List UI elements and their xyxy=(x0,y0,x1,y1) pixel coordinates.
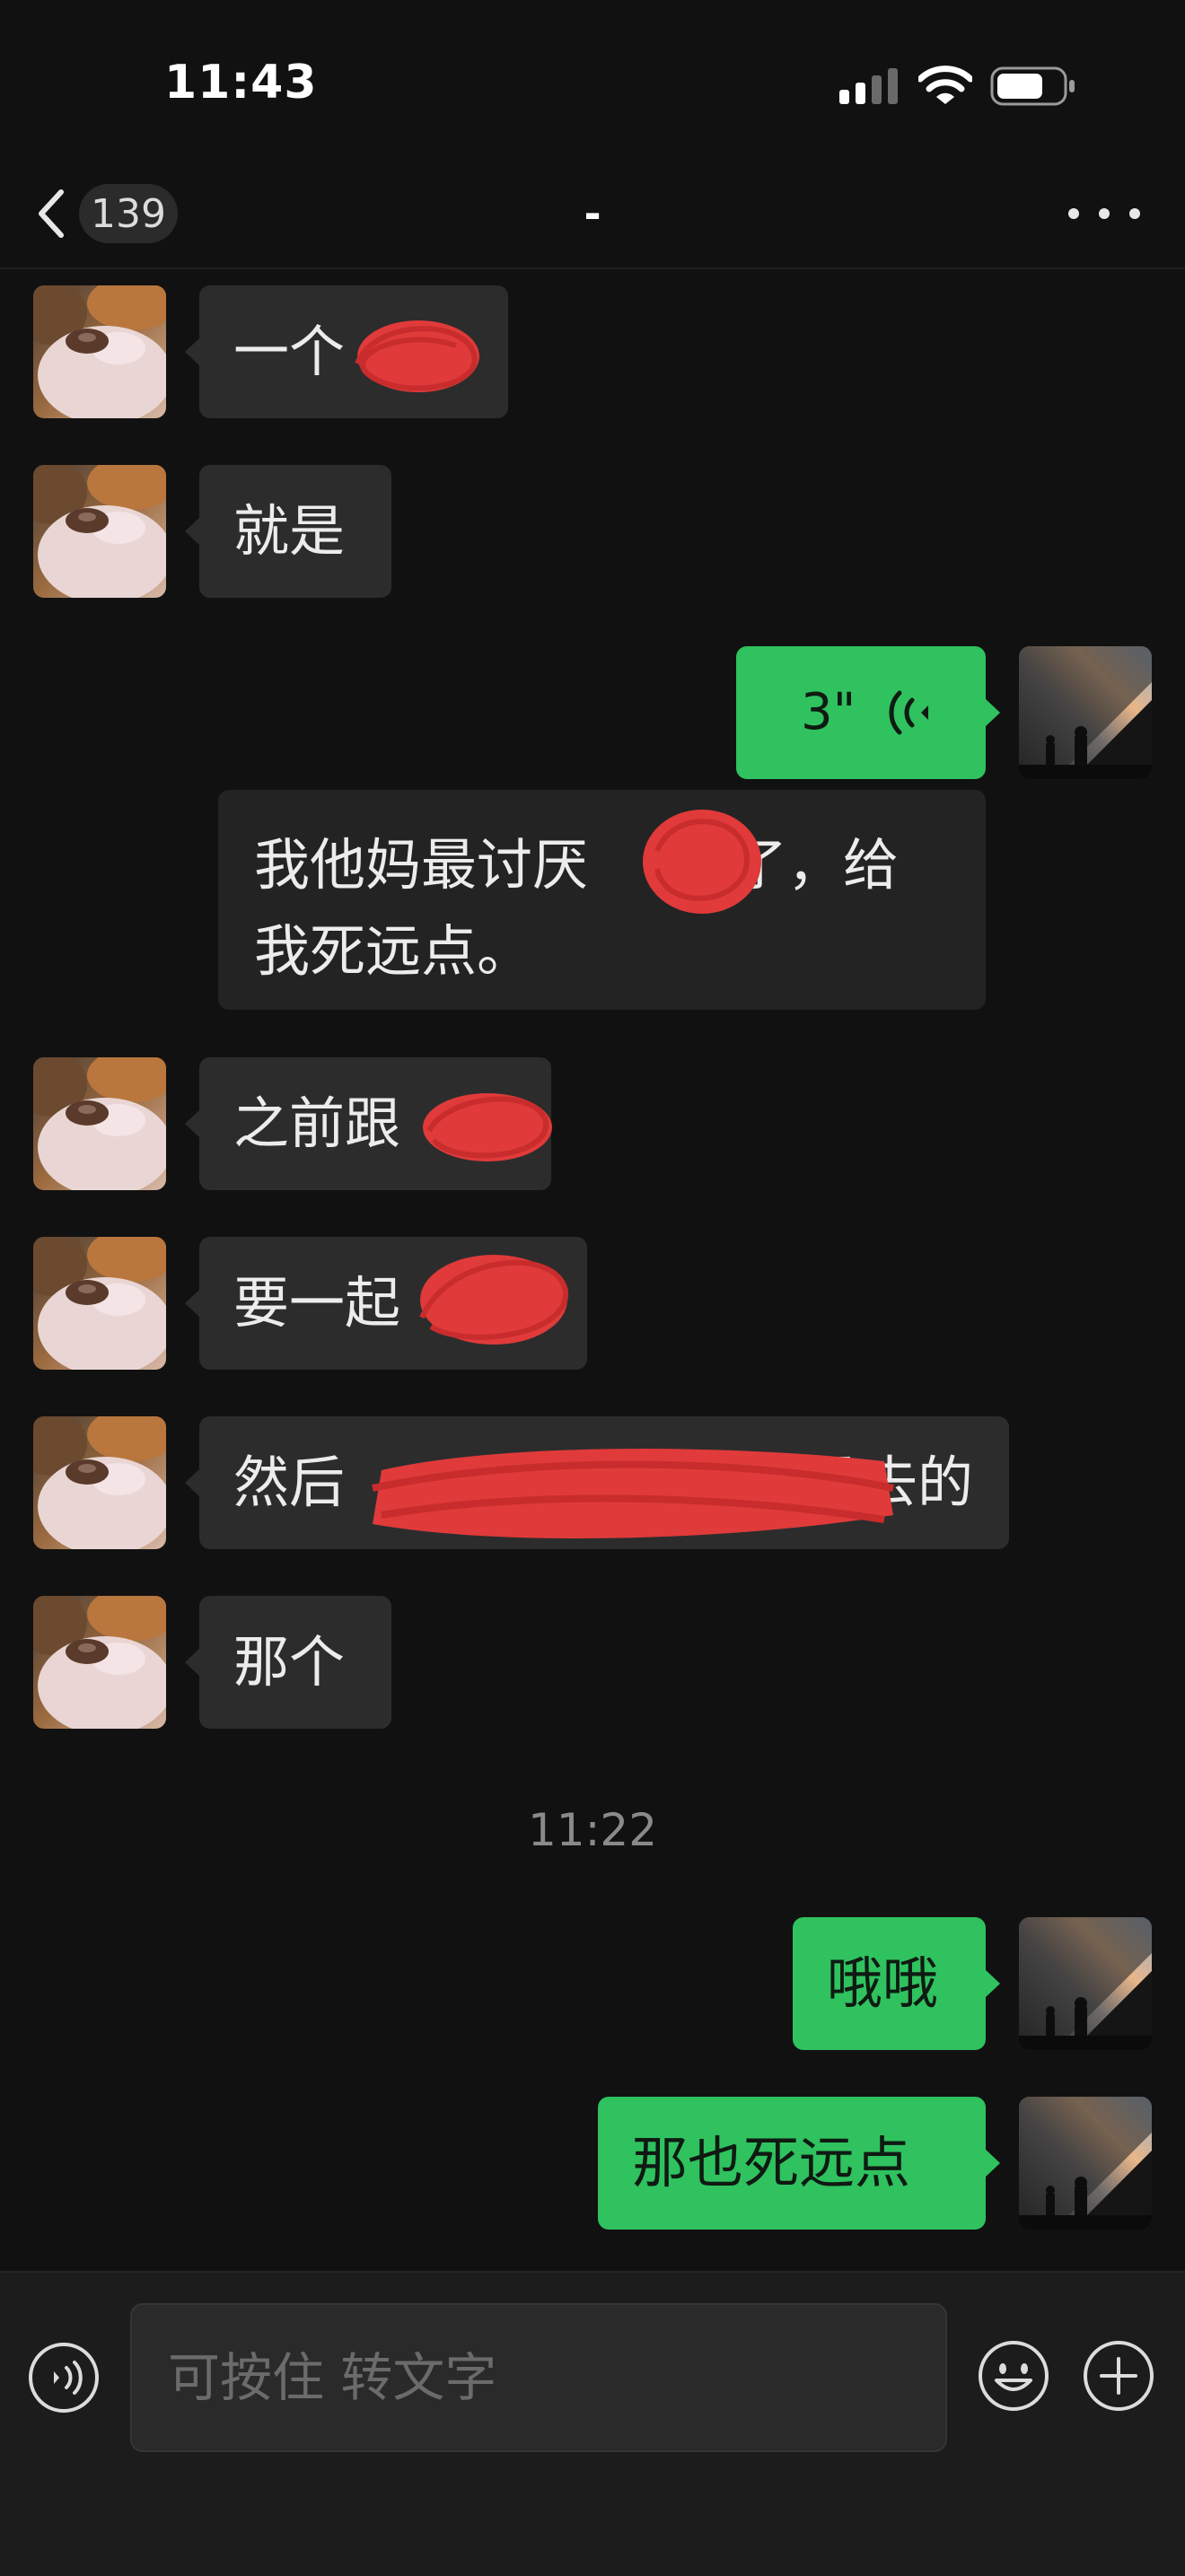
transcript-text: 我死远点。 xyxy=(254,918,533,984)
emoji-icon[interactable] xyxy=(977,2339,1050,2413)
redaction-scribble xyxy=(419,1255,569,1345)
my-avatar[interactable] xyxy=(1019,646,1152,779)
voice-message-bubble[interactable]: 3" xyxy=(736,646,1000,779)
battery-icon xyxy=(990,66,1075,106)
message-text: 之前跟 xyxy=(233,1091,401,1156)
status-bar: 11:43 xyxy=(0,0,1185,171)
message-bubble[interactable]: 那也死远点 xyxy=(598,2097,1000,2230)
message-bubble[interactable]: 那个 xyxy=(185,1596,391,1729)
message-text: 那个 xyxy=(233,1629,346,1695)
voice-duration: 3" xyxy=(801,683,856,741)
redaction-scribble xyxy=(423,1093,552,1161)
voice-transcript: 我他妈最讨厌 了，给 我死远点。 xyxy=(218,790,986,1010)
message-text: 就是 xyxy=(233,498,346,564)
contact-avatar[interactable] xyxy=(33,1237,166,1370)
message-bubble[interactable]: 哦哦 xyxy=(793,1917,1000,2050)
back-button[interactable]: 139 xyxy=(36,180,206,248)
contact-avatar[interactable] xyxy=(33,1057,166,1190)
message-text: 那也死远点 xyxy=(632,2130,911,2195)
voice-toggle-icon[interactable] xyxy=(27,2341,101,2414)
voice-wave-icon xyxy=(889,690,928,735)
my-avatar[interactable] xyxy=(1019,1917,1152,2050)
plus-icon[interactable] xyxy=(1082,2339,1155,2413)
message-text: 要一起 xyxy=(233,1270,401,1336)
back-chevron-icon xyxy=(39,189,64,238)
unread-count-badge: 139 xyxy=(79,184,178,243)
transcript-text: 我他妈最讨厌 xyxy=(254,832,589,898)
redaction-scribble xyxy=(372,1449,894,1539)
contact-avatar[interactable] xyxy=(33,1596,166,1729)
more-icon[interactable] xyxy=(1068,187,1140,241)
message-text: 然后 xyxy=(233,1450,346,1515)
chat-title: - xyxy=(584,189,601,238)
message-timestamp: 11:22 xyxy=(527,1804,658,1856)
message-bubble[interactable]: 就是 xyxy=(185,465,391,598)
redaction-scribble xyxy=(355,320,479,392)
redaction-scribble xyxy=(643,810,761,914)
wifi-icon xyxy=(918,66,972,104)
signal-icon xyxy=(839,68,898,104)
contact-avatar[interactable] xyxy=(33,1416,166,1549)
my-avatar[interactable] xyxy=(1019,2097,1152,2230)
message-text: 哦哦 xyxy=(827,1950,939,2016)
status-time: 11:43 xyxy=(164,56,318,110)
contact-avatar[interactable] xyxy=(33,465,166,598)
contact-avatar[interactable] xyxy=(33,285,166,418)
message-text: 一个 xyxy=(233,319,346,384)
message-input[interactable]: 可按住 转文字 xyxy=(130,2303,947,2452)
